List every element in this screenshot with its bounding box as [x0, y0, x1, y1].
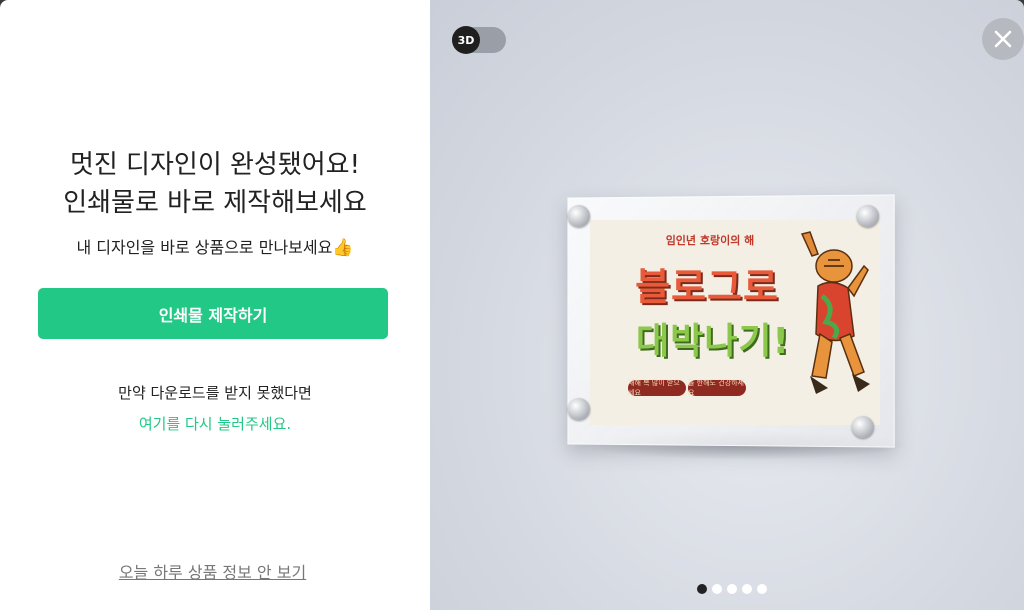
frame-screw-bottom-right [852, 416, 874, 438]
headline-line-1: 멋진 디자인이 완성됐어요! [69, 150, 361, 180]
print-tag-2: 올 한해도 건강하세요 [688, 379, 746, 397]
modal-subtitle: 내 디자인을 바로 상품으로 만나보세요👍 [0, 234, 430, 258]
subtitle-text: 내 디자인을 바로 상품으로 만나보세요 [76, 238, 333, 257]
hide-today-link[interactable]: 오늘 하루 상품 정보 안 보기 [0, 559, 425, 583]
print-tag-1: 새해 복 많이 받으세요 [628, 379, 686, 397]
print-title-line-2: 대박나기! [636, 321, 790, 362]
close-button[interactable] [982, 18, 1024, 60]
carousel-dot[interactable] [727, 584, 737, 594]
info-panel: 멋진 디자인이 완성됐어요! 인쇄물로 바로 제작해보세요 내 디자인을 바로 … [0, 0, 430, 610]
carousel-dot[interactable] [742, 584, 752, 594]
3d-toggle[interactable]: 3D [452, 26, 506, 54]
download-fail-message: 만약 다운로드를 받지 못했다면 [118, 384, 312, 402]
frame-screw-bottom-left [568, 398, 590, 420]
frame-screw-top-left [568, 205, 590, 227]
modal-headline: 멋진 디자인이 완성됐어요! 인쇄물로 바로 제작해보세요 [0, 146, 430, 222]
3d-toggle-knob: 3D [452, 26, 480, 54]
print-order-button[interactable]: 인쇄물 제작하기 [38, 288, 388, 339]
headline-line-2: 인쇄물로 바로 제작해보세요 [63, 188, 367, 218]
close-icon [994, 30, 1012, 48]
print-year-text: 임인년 호랑이의 해 [665, 234, 755, 247]
print-artwork: 임인년 호랑이의 해 블로그로 대박나기! 새해 복 많이 받으세요 올 한해도… [590, 220, 880, 425]
thumbs-up-icon: 👍 [332, 238, 354, 258]
carousel-dot[interactable] [757, 584, 767, 594]
print-title-line-1: 블로그로 [635, 265, 779, 309]
carousel-dots [697, 584, 767, 594]
carousel-dot[interactable] [697, 584, 707, 594]
retry-download-link[interactable]: 여기를 다시 눌러주세요. [0, 413, 430, 434]
carousel-dot[interactable] [712, 584, 722, 594]
tiger-illustration [800, 231, 870, 394]
frame-screw-top-right [857, 205, 879, 227]
